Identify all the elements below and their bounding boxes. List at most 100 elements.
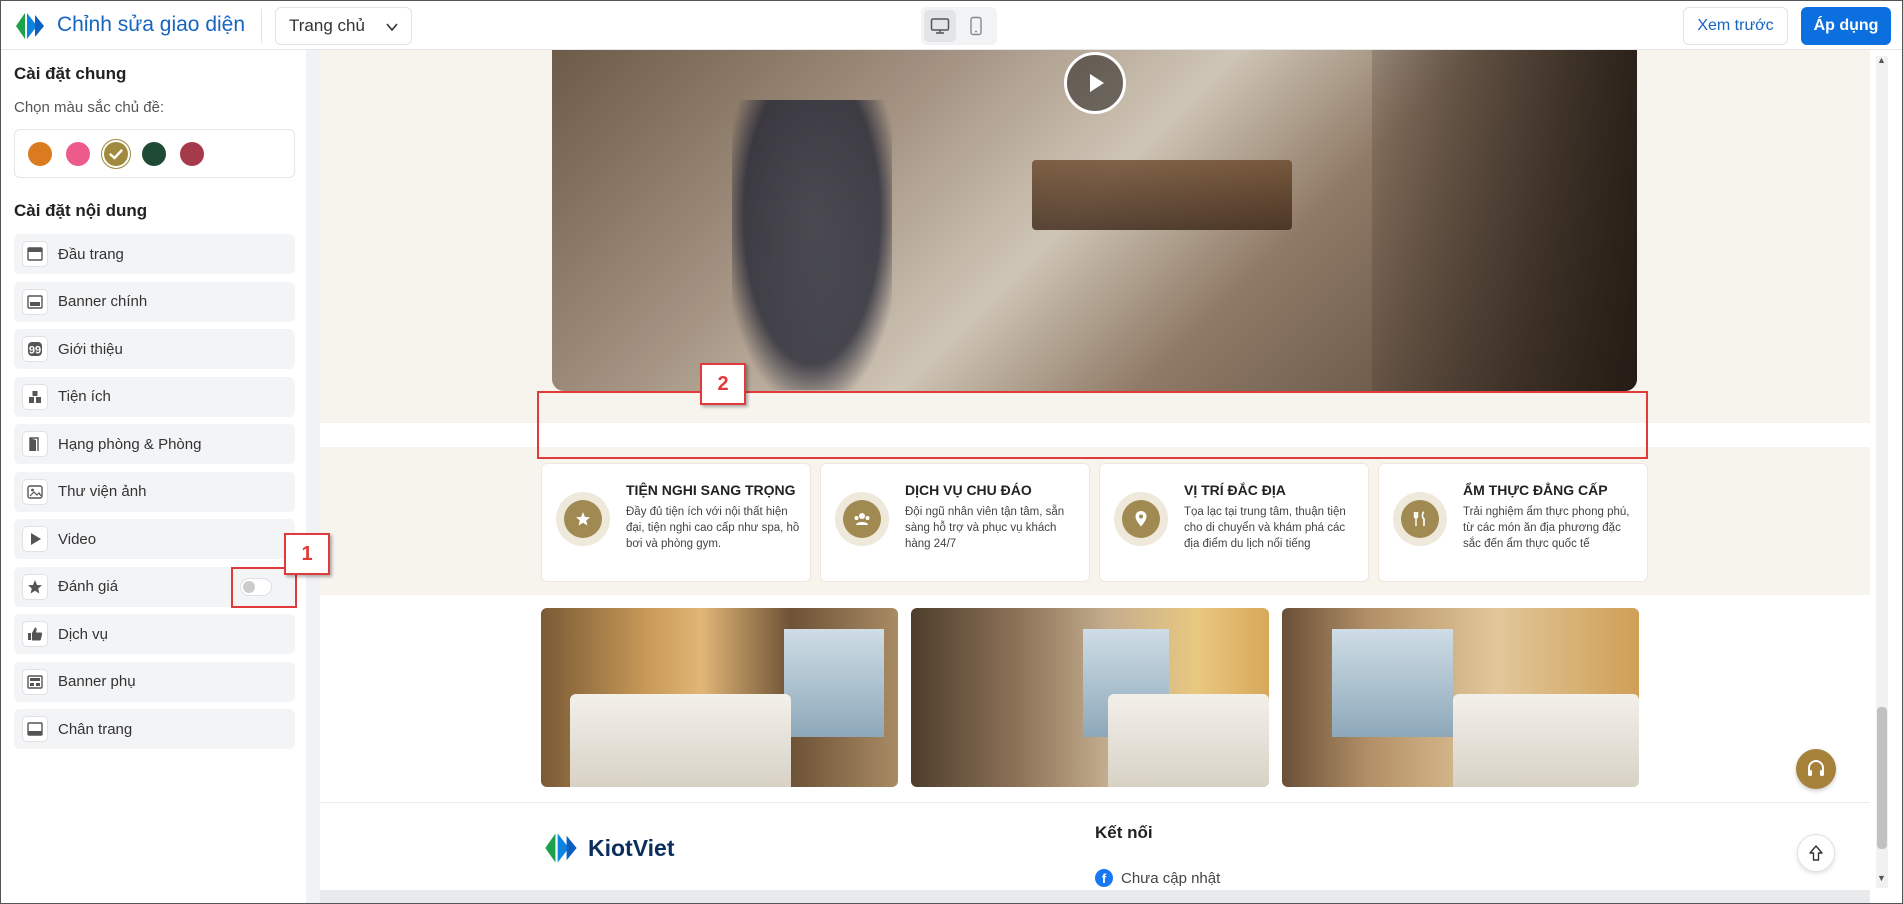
sidebar-item[interactable]: Đầu trang: [14, 234, 295, 274]
general-settings-title: Cài đặt chung: [14, 64, 127, 83]
feature-icon-badge: [556, 492, 610, 546]
app-title: Chỉnh sửa giao diện: [57, 13, 246, 36]
video-thumbnail-figure: [732, 100, 892, 390]
play-icon: [1090, 74, 1104, 92]
sidebar-item[interactable]: Banner phụ: [14, 661, 295, 702]
room-gallery: [541, 608, 1639, 787]
sidebar-item-label: Chân trang: [58, 720, 133, 738]
canvas-bottom-edge: [320, 890, 1870, 903]
star-icon: [22, 573, 48, 600]
room-photo: [911, 608, 1269, 787]
scroll-to-top-button[interactable]: [1797, 834, 1835, 872]
headset-icon: [1808, 760, 1824, 776]
room-window: [783, 629, 885, 737]
svg-text:99: 99: [29, 345, 41, 357]
sidebar-item[interactable]: Hạng phòng & Phòng: [14, 424, 295, 464]
scroll-up-arrow-icon[interactable]: ▲: [1877, 55, 1886, 65]
sidebar-item-label: Dịch vụ: [58, 625, 109, 643]
sidebar-item-label: Tiện ích: [58, 388, 111, 405]
theme-color-swatch[interactable]: [142, 141, 166, 166]
footer-facebook-link[interactable]: f Chưa cập nhật: [1095, 869, 1220, 887]
room-bed: [1453, 693, 1639, 787]
location-icon: [1122, 500, 1160, 538]
annotation-badge-2: 2: [700, 363, 746, 405]
page-select-dropdown[interactable]: Trang chủ: [275, 7, 412, 45]
sub-banner-icon: [22, 668, 48, 695]
scroll-down-arrow-icon[interactable]: ▼: [1877, 873, 1886, 883]
feature-text: DỊCH VỤ CHU ĐÁO Đội ngũ nhân viên tận tâm…: [905, 482, 1079, 581]
dining-icon: [1401, 500, 1439, 538]
theme-color-swatch[interactable]: [28, 141, 52, 166]
theme-color-label: Chọn màu sắc chủ đề:: [14, 99, 165, 116]
theme-color-picker: [14, 129, 295, 178]
video-play-button[interactable]: [1064, 52, 1126, 114]
footer-connect-title: Kết nối: [1095, 823, 1153, 842]
sidebar-item[interactable]: Banner chính: [14, 281, 295, 322]
top-bar: Chỉnh sửa giao diện Trang chủ Xem trước …: [1, 1, 1902, 50]
scrollbar-thumb[interactable]: [1877, 707, 1887, 849]
sidebar-item-label: Banner chính: [58, 293, 148, 310]
device-toggle-group: [921, 7, 997, 45]
feature-icon-badge: [835, 492, 889, 546]
theme-color-swatch[interactable]: [104, 141, 128, 166]
page-select-value: Trang chủ: [289, 16, 365, 35]
footer-brand: KiotViet: [542, 830, 674, 866]
room-window: [1331, 629, 1454, 737]
arrow-up-icon: [1809, 845, 1823, 861]
support-chat-button[interactable]: [1796, 749, 1836, 789]
image-icon: [22, 478, 48, 505]
feature-card: DỊCH VỤ CHU ĐÁO Đội ngũ nhân viên tận tâm…: [820, 463, 1090, 582]
kiotviet-logo-icon: [16, 13, 44, 39]
room-bed: [569, 693, 792, 787]
feature-description: Đầy đủ tiện ích với nội thất hiện đại, t…: [626, 506, 800, 550]
desktop-icon: [930, 18, 950, 34]
sidebar-item[interactable]: Thư viện ảnh: [14, 471, 295, 512]
preview-button[interactable]: Xem trước: [1683, 7, 1788, 45]
video-thumbnail-chessboard: [1032, 160, 1292, 230]
feature-title: VỊ TRÍ ĐẮC ĐỊA: [1184, 482, 1286, 498]
video-thumbnail-shadow: [1372, 50, 1637, 391]
quote-icon: 99: [22, 336, 48, 362]
feature-description: Trải nghiệm ẩm thực phong phú, từ các mó…: [1463, 506, 1630, 550]
feature-title: ẨM THỰC ĐẲNG CẤP: [1463, 482, 1608, 498]
apply-button[interactable]: Áp dụng: [1801, 7, 1891, 45]
mobile-view-button[interactable]: [960, 10, 992, 42]
play-icon: [22, 526, 48, 552]
sidebar-item-label: Hạng phòng & Phòng: [58, 435, 202, 453]
feature-card: ẨM THỰC ĐẲNG CẤP Trải nghiệm ẩm thực phon…: [1378, 463, 1648, 582]
room-bed: [1107, 693, 1269, 787]
staff-icon: [843, 500, 881, 538]
banner-icon: [22, 288, 48, 315]
sidebar-item[interactable]: Video: [14, 519, 295, 559]
feature-icon-badge: [1114, 492, 1168, 546]
sidebar-item-label: Thư viện ảnh: [58, 483, 147, 500]
facebook-link-text: Chưa cập nhật: [1121, 869, 1221, 887]
sidebar-item[interactable]: Dịch vụ: [14, 614, 295, 654]
kiotviet-logo-icon: [545, 833, 577, 863]
features-section: TIỆN NGHI SANG TRỌNG Đầy đủ tiện ích với …: [541, 463, 1648, 582]
sidebar-gutter: [306, 50, 320, 903]
theme-color-swatch[interactable]: [66, 141, 90, 166]
feature-text: ẨM THỰC ĐẲNG CẤP Trải nghiệm ẩm thực phon…: [1463, 482, 1637, 581]
feature-description: Tọa lạc tại trung tâm, thuận tiện cho di…: [1184, 506, 1346, 550]
header-layout-icon: [22, 241, 48, 267]
mobile-icon: [970, 16, 982, 36]
door-icon: [22, 431, 48, 457]
feature-card: VỊ TRÍ ĐẮC ĐỊA Tọa lạc tại trung tâm, thu…: [1099, 463, 1369, 582]
footer-brand-name: KiotViet: [588, 834, 675, 861]
theme-color-swatch[interactable]: [180, 141, 204, 166]
feature-description: Đội ngũ nhân viên tận tâm, sẵn sàng hỗ t…: [905, 506, 1065, 550]
content-section-list: Đầu trang Banner chính 99 Giới thiệu Tiện íc…: [14, 234, 295, 757]
sidebar-item[interactable]: Tiện ích: [14, 376, 295, 417]
feature-title: TIỆN NGHI SANG TRỌNG: [626, 482, 796, 498]
feature-text: TIỆN NGHI SANG TRỌNG Đầy đủ tiện ích với …: [626, 482, 800, 581]
sidebar-item[interactable]: Chân trang: [14, 709, 295, 749]
chevron-down-icon: [386, 23, 398, 32]
footer-layout-icon: [22, 716, 48, 742]
room-photo: [541, 608, 899, 787]
amenities-icon: [22, 383, 48, 410]
desktop-view-button[interactable]: [924, 10, 956, 42]
sidebar-item[interactable]: 99 Giới thiệu: [14, 329, 295, 369]
sidebar-item-label: Giới thiệu: [58, 340, 123, 358]
divider: [261, 9, 262, 43]
